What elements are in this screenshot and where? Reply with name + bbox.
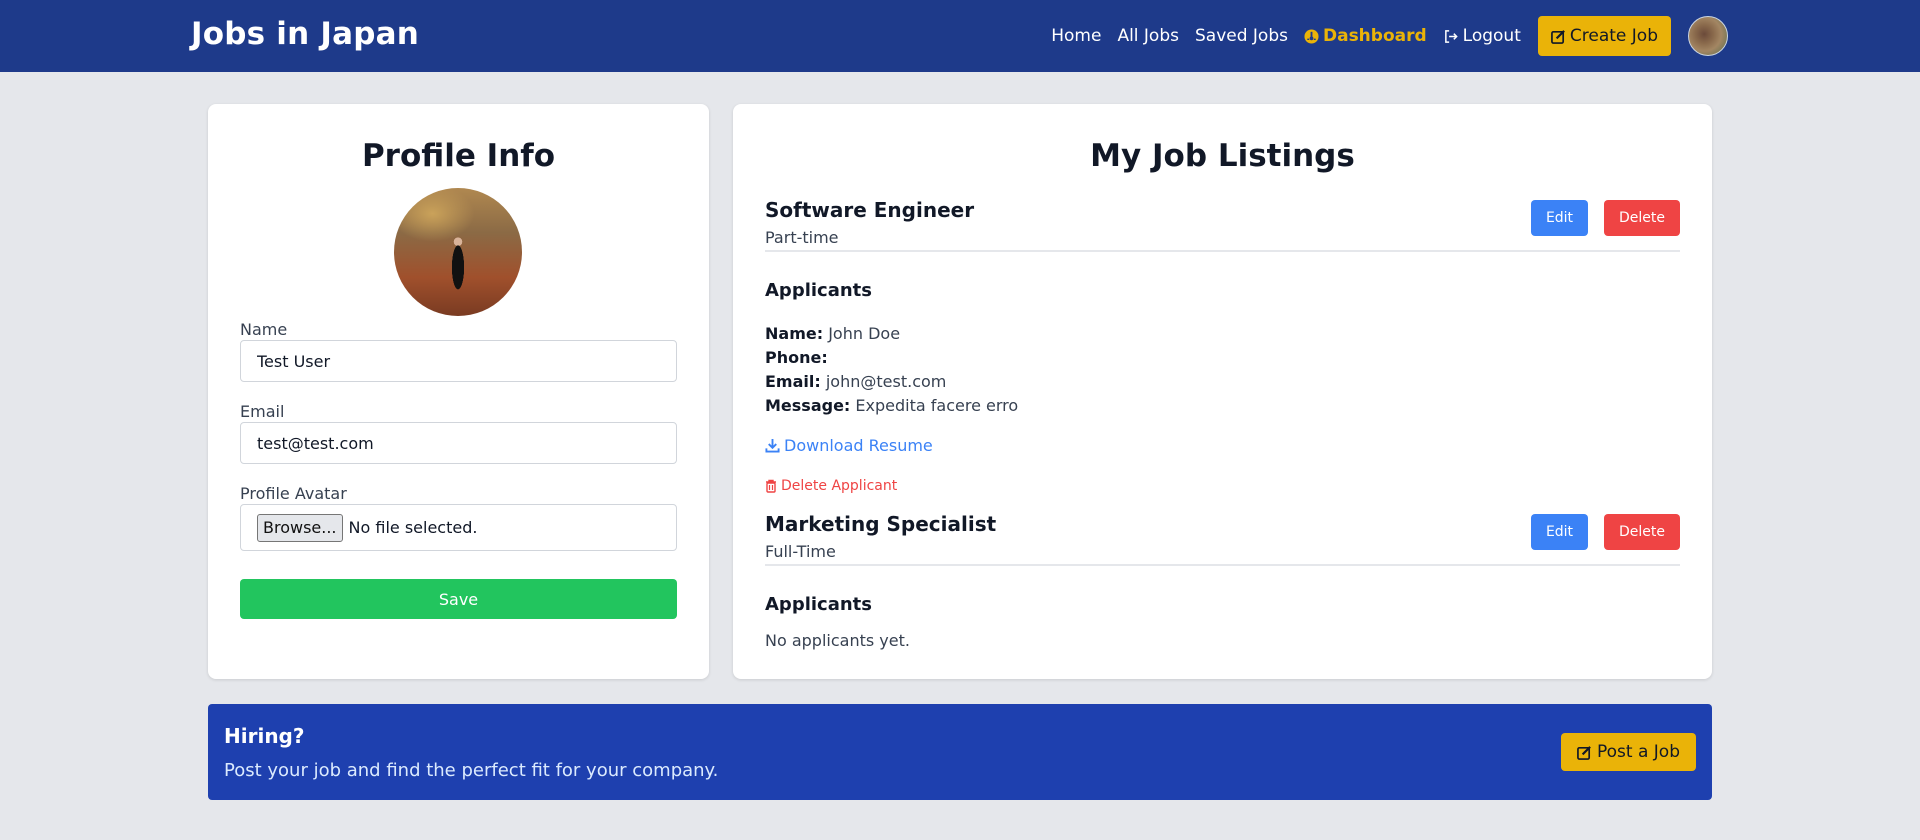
- job-listings-card: My Job Listings Software Engineer Part-t…: [733, 104, 1712, 679]
- delete-job-button[interactable]: Delete: [1604, 514, 1680, 550]
- email-label: Email: [240, 402, 285, 421]
- no-applicants-text: No applicants yet.: [765, 631, 910, 650]
- download-resume-link[interactable]: Download Resume: [765, 436, 933, 455]
- divider: [765, 564, 1680, 566]
- main-nav: Home All Jobs Saved Jobs Dashboard Logou…: [1035, 0, 1728, 72]
- applicant-message: Message: Expedita facere erro: [765, 396, 1019, 415]
- profile-card: Profile Info Name Email Profile Avatar B…: [208, 104, 709, 679]
- divider: [765, 250, 1680, 252]
- edit-icon: [1550, 29, 1566, 44]
- delete-applicant-button[interactable]: Delete Applicant: [765, 478, 897, 494]
- delete-job-button[interactable]: Delete: [1604, 200, 1680, 236]
- avatar-file-input[interactable]: Browse... No file selected.: [240, 504, 677, 551]
- applicants-heading: Applicants: [765, 280, 872, 301]
- trash-icon: [765, 479, 777, 493]
- avatar-label: Profile Avatar: [240, 484, 347, 503]
- job-title: Marketing Specialist: [765, 512, 997, 536]
- job-title: Software Engineer: [765, 198, 975, 222]
- create-job-button[interactable]: Create Job: [1537, 16, 1671, 56]
- create-job-label: Create Job: [1569, 26, 1658, 46]
- hiring-banner: Hiring? Post your job and find the perfe…: [208, 704, 1712, 800]
- profile-title: Profile Info: [361, 138, 556, 174]
- nav-home[interactable]: Home: [1051, 26, 1101, 46]
- banner-title: Hiring?: [224, 724, 305, 748]
- post-job-label: Post a Job: [1597, 742, 1680, 762]
- brand-logo[interactable]: Jobs in Japan: [191, 16, 419, 52]
- name-field[interactable]: [240, 340, 677, 382]
- file-status: No file selected.: [348, 518, 478, 537]
- edit-job-button[interactable]: Edit: [1531, 514, 1588, 550]
- post-job-button[interactable]: Post a Job: [1561, 733, 1696, 771]
- applicant-phone: Phone:: [765, 348, 828, 367]
- applicants-heading: Applicants: [765, 594, 872, 615]
- listings-title: My Job Listings: [1090, 138, 1355, 174]
- applicant-email: Email: john@test.com: [765, 372, 947, 391]
- top-navbar: Jobs in Japan Home All Jobs Saved Jobs D…: [0, 0, 1920, 72]
- job-item: Marketing Specialist Full-Time Edit Dele…: [765, 512, 1680, 652]
- download-icon: [765, 438, 780, 453]
- nav-logout-label: Logout: [1462, 26, 1521, 46]
- logout-icon: [1443, 29, 1459, 44]
- nav-logout[interactable]: Logout: [1443, 26, 1521, 46]
- save-button[interactable]: Save: [240, 579, 677, 619]
- gauge-icon: [1304, 28, 1319, 44]
- job-type: Full-Time: [765, 542, 836, 561]
- nav-dashboard[interactable]: Dashboard: [1304, 26, 1427, 46]
- job-type: Part-time: [765, 228, 839, 247]
- email-field[interactable]: [240, 422, 677, 464]
- download-resume-label: Download Resume: [784, 436, 933, 455]
- name-label: Name: [240, 320, 288, 339]
- edit-icon: [1577, 745, 1592, 760]
- profile-avatar-image: [394, 188, 522, 316]
- banner-text: Post your job and find the perfect fit f…: [224, 760, 719, 781]
- applicant-name: Name: John Doe: [765, 324, 901, 343]
- delete-applicant-label: Delete Applicant: [781, 478, 898, 494]
- job-item: Software Engineer Part-time Edit Delete …: [765, 198, 1680, 498]
- nav-dashboard-label: Dashboard: [1322, 26, 1427, 46]
- browse-button[interactable]: Browse...: [257, 513, 343, 542]
- nav-saved-jobs[interactable]: Saved Jobs: [1195, 26, 1288, 46]
- nav-all-jobs[interactable]: All Jobs: [1117, 26, 1179, 46]
- edit-job-button[interactable]: Edit: [1531, 200, 1588, 236]
- user-avatar[interactable]: [1688, 16, 1728, 56]
